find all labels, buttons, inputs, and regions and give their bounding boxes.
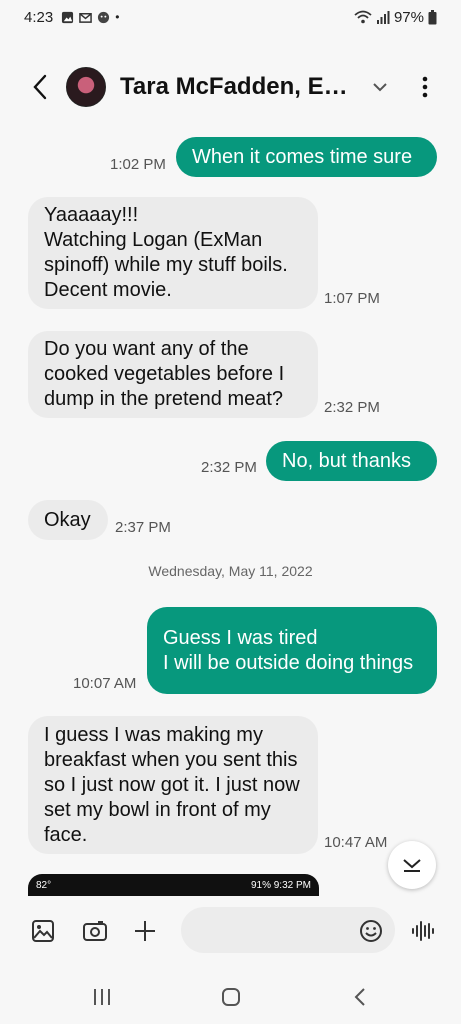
screenshot-status-bar: 82° 91% 9:32 PM (28, 874, 319, 896)
message-text: Do you want any of the cooked vegetables… (44, 338, 285, 410)
emoji-button[interactable] (356, 916, 386, 946)
message-time: 10:07 AM (73, 675, 137, 692)
system-back-button[interactable] (345, 982, 375, 1012)
face-notification-icon (98, 11, 110, 23)
message-time: 2:32 PM (324, 399, 380, 416)
message-text: No, but thanks (282, 449, 411, 472)
message-bubble-incoming[interactable]: Do you want any of the cooked vegetables… (28, 331, 318, 418)
conversation-header: Tara McFadden, Ex-... (0, 54, 461, 120)
message-composer (0, 896, 461, 968)
expand-contact-button[interactable] (370, 77, 390, 97)
wifi-icon (354, 10, 372, 24)
status-time: 4:23 (24, 8, 54, 26)
message-time: 1:07 PM (324, 290, 380, 307)
status-bar: 4:23 • 97% (0, 0, 461, 34)
battery-icon (428, 9, 437, 24)
message-text: Okay (44, 508, 91, 531)
more-options-button[interactable] (413, 72, 437, 102)
message-bubble-outgoing[interactable]: Guess I was tired I will be outside doin… (147, 607, 437, 694)
home-icon (222, 988, 240, 1006)
camera-icon (83, 921, 107, 941)
date-divider: Wednesday, May 11, 2022 (148, 563, 313, 579)
smiley-icon (360, 920, 382, 942)
recent-apps-icon (94, 989, 110, 1005)
screenshot-right-status: 91% 9:32 PM (250, 879, 311, 891)
notification-dot: • (115, 10, 120, 24)
plus-icon (135, 921, 155, 941)
message-time: 2:37 PM (115, 519, 171, 536)
contact-name[interactable]: Tara McFadden, Ex-... (120, 73, 360, 101)
message-time: 10:47 AM (324, 834, 388, 851)
back-button[interactable] (20, 67, 60, 107)
chevron-down-icon (373, 83, 387, 92)
battery-percent: 97% (393, 8, 424, 26)
contact-avatar[interactable] (66, 67, 106, 107)
message-bubble-outgoing[interactable]: No, but thanks (266, 441, 437, 481)
waveform-icon (412, 921, 434, 941)
chevron-left-icon (33, 74, 47, 100)
voice-record-button[interactable] (408, 916, 438, 946)
recent-apps-button[interactable] (87, 982, 117, 1012)
gmail-notification-icon (79, 12, 93, 23)
back-chevron-icon (354, 988, 365, 1006)
message-bubble-incoming[interactable]: Okay (28, 500, 108, 540)
message-text: When it comes time sure (192, 145, 413, 168)
home-button[interactable] (216, 982, 246, 1012)
image-icon (32, 920, 54, 942)
signal-icon (376, 11, 390, 24)
message-bubble-incoming[interactable]: Yaaaaay!!! Watching Logan (ExMan spinoff… (28, 197, 318, 309)
scroll-to-bottom-button[interactable] (388, 841, 436, 889)
screenshot-left-status: 82° (36, 879, 52, 891)
system-nav-bar (0, 968, 461, 1024)
message-bubble-outgoing[interactable]: When it comes time sure (176, 137, 437, 177)
gallery-button[interactable] (28, 916, 58, 946)
message-text: Yaaaaay!!! Watching Logan (ExMan spinoff… (44, 204, 288, 301)
more-vertical-icon (422, 76, 428, 98)
message-bubble-incoming[interactable]: I guess I was making my breakfast when y… (28, 716, 318, 854)
message-time: 1:02 PM (110, 156, 166, 173)
message-time: 2:32 PM (201, 459, 257, 476)
camera-button[interactable] (80, 916, 110, 946)
message-text: Guess I was tired I will be outside doin… (163, 626, 414, 674)
add-attachment-button[interactable] (130, 916, 160, 946)
arrow-down-to-line-icon (403, 859, 421, 872)
gallery-notification-icon (62, 11, 74, 23)
message-text: I guess I was making my breakfast when y… (44, 723, 300, 846)
